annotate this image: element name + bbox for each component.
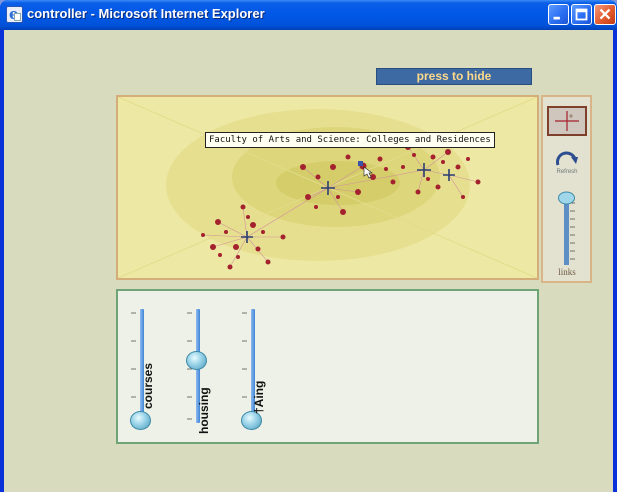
- slider-ticks: [131, 312, 136, 420]
- slider-label: courses: [141, 362, 155, 409]
- links-label: links: [558, 267, 576, 277]
- pan-tool-button[interactable]: [547, 106, 587, 136]
- refresh-button[interactable]: Refresh: [548, 147, 586, 179]
- filter-panel: courses housing †Aing: [116, 289, 539, 444]
- network-map[interactable]: [116, 95, 539, 280]
- maximize-icon: [575, 8, 588, 21]
- tool-panel: Refresh links: [541, 95, 592, 283]
- slider-label: †Aing: [252, 380, 266, 414]
- refresh-label: Refresh: [556, 169, 578, 175]
- links-slider-knob[interactable]: [558, 191, 575, 205]
- selected-node[interactable]: [358, 161, 363, 166]
- slider-knob[interactable]: [186, 351, 207, 370]
- slider-ticks: [242, 312, 247, 420]
- title-bar[interactable]: e controller - Microsoft Internet Explor…: [0, 0, 617, 30]
- close-icon: [599, 8, 611, 20]
- ie-icon: e: [6, 6, 23, 23]
- third-slider[interactable]: †Aing: [239, 306, 279, 436]
- close-button[interactable]: [594, 4, 616, 25]
- minimize-icon: [553, 16, 560, 20]
- window-title: controller - Microsoft Internet Explorer: [27, 6, 265, 21]
- crosshair-icon: [555, 111, 579, 131]
- courses-slider[interactable]: courses: [128, 306, 168, 436]
- links-slider[interactable]: [554, 189, 580, 269]
- maximize-button[interactable]: [571, 4, 592, 25]
- refresh-icon: [556, 151, 578, 166]
- housing-slider[interactable]: housing: [184, 306, 224, 436]
- press-to-hide-button[interactable]: press to hide: [376, 68, 532, 85]
- slider-label: housing: [197, 387, 211, 434]
- node-tooltip: Faculty of Arts and Science: Colleges an…: [205, 132, 495, 148]
- network-graph[interactable]: [118, 97, 537, 278]
- links-slider-track: [558, 191, 575, 265]
- slider-knob[interactable]: [130, 411, 151, 430]
- minimize-button[interactable]: [548, 4, 569, 25]
